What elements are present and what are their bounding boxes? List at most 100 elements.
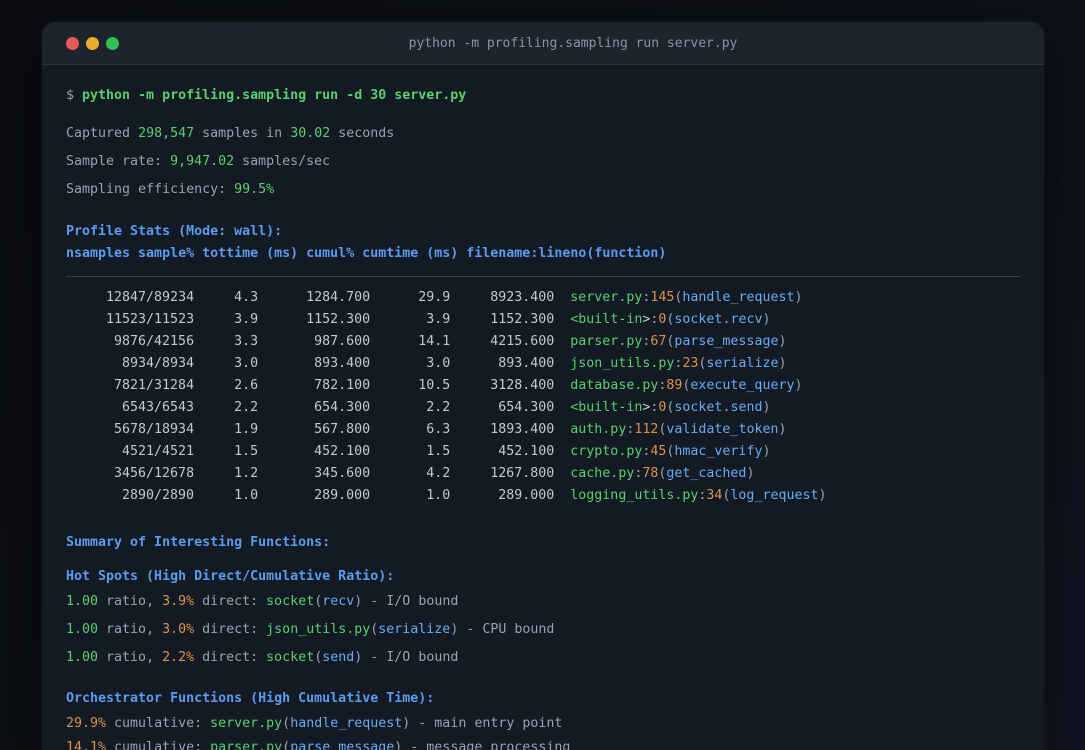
function-name: handle_request bbox=[682, 290, 795, 305]
function-name: serialize bbox=[378, 622, 451, 637]
captured-mid-label: samples in bbox=[194, 126, 291, 141]
close-paren: ) bbox=[762, 400, 771, 415]
efficiency-line: Sampling efficiency: 99.5% bbox=[66, 179, 1020, 201]
location-cell: logging_utils.py:34(log_request) bbox=[554, 488, 826, 503]
captured-seconds-value: 30.02 bbox=[290, 126, 331, 141]
profile-table: 12847/89234 4.3 1284.700 29.9 8923.400 server… bbox=[66, 287, 1020, 507]
sample-pct-cell: 1.0 bbox=[234, 488, 259, 503]
cumtime-cell: 654.300 bbox=[498, 400, 555, 415]
target-name: socket bbox=[266, 650, 315, 665]
bound-note: - CPU bound bbox=[458, 622, 555, 637]
lineno-text: 67 bbox=[650, 334, 667, 349]
sample-pct-cell: 2.6 bbox=[234, 378, 259, 393]
direct-pct-value: 3.0% bbox=[162, 622, 195, 637]
close-paren: ) bbox=[794, 290, 803, 305]
function-name: parse_message bbox=[674, 334, 779, 349]
nsamples-cell: 2890/2890 bbox=[122, 488, 195, 503]
minimize-button[interactable] bbox=[86, 36, 99, 50]
filename-text: json_utils.py bbox=[570, 356, 675, 371]
close-paren: ) bbox=[778, 356, 787, 371]
ratio-label: ratio, bbox=[98, 594, 163, 609]
orchestrator-line: 29.9% cumulative: server.py(handle_reque… bbox=[66, 713, 1020, 735]
table-divider bbox=[66, 276, 1020, 277]
function-name: send bbox=[322, 650, 355, 665]
location-cell: parser.py:67(parse_message) bbox=[554, 334, 786, 349]
desktop-background: python -m profiling.sampling run server.… bbox=[0, 0, 1085, 750]
captured-tail-label: seconds bbox=[330, 126, 395, 141]
function-name: handle_request bbox=[290, 716, 403, 731]
hotspots-list: 1.00 ratio, 3.9% direct: socket(recv) - … bbox=[66, 591, 1020, 669]
captured-line: Captured 298,547 samples in 30.02 second… bbox=[66, 123, 1020, 145]
function-name: hmac_verify bbox=[674, 444, 763, 459]
cumulative-pct-value: 29.9% bbox=[66, 716, 107, 731]
function-name: parse_message bbox=[290, 740, 395, 750]
function-name: validate_token bbox=[666, 422, 779, 437]
traffic-lights bbox=[42, 36, 142, 50]
terminal-window: python -m profiling.sampling run server.… bbox=[42, 22, 1044, 750]
summary-heading: Summary of Interesting Functions: bbox=[66, 535, 331, 550]
close-paren: ) bbox=[818, 488, 827, 503]
rate-unit-label: samples/sec bbox=[234, 154, 331, 169]
tottime-cell: 1152.300 bbox=[306, 312, 371, 327]
cumtime-cell: 893.400 bbox=[498, 356, 555, 371]
rate-value: 9,947.02 bbox=[170, 154, 235, 169]
cumtime-cell: 452.100 bbox=[498, 444, 555, 459]
close-paren: ) bbox=[794, 378, 803, 393]
function-name: socket.send bbox=[674, 400, 763, 415]
titlebar: python -m profiling.sampling run server.… bbox=[42, 22, 1044, 65]
nsamples-cell: 4521/4521 bbox=[122, 444, 195, 459]
function-name: log_request bbox=[730, 488, 819, 503]
table-row: 3456/12678 1.2 345.600 4.2 1267.800 cache.py:… bbox=[66, 463, 1020, 485]
cumul-pct-cell: 10.5 bbox=[418, 378, 451, 393]
ratio-value: 1.00 bbox=[66, 622, 99, 637]
close-button[interactable] bbox=[66, 36, 79, 50]
window-title: python -m profiling.sampling run server.… bbox=[408, 35, 738, 51]
nsamples-cell: 6543/6543 bbox=[122, 400, 195, 415]
direct-pct-value: 2.2% bbox=[162, 650, 195, 665]
filename-text: <built-in bbox=[570, 312, 643, 327]
function-name: execute_query bbox=[690, 378, 795, 393]
role-note: - main entry point bbox=[410, 716, 563, 731]
efficiency-label: Sampling efficiency: bbox=[66, 182, 235, 197]
location-cell: auth.py:112(validate_token) bbox=[554, 422, 786, 437]
filename-text: logging_utils.py bbox=[570, 488, 699, 503]
lineno-text: 145 bbox=[650, 290, 675, 305]
filename-text: crypto.py bbox=[570, 444, 643, 459]
ratio-label: ratio, bbox=[98, 650, 163, 665]
table-row: 5678/18934 1.9 567.800 6.3 1893.400 auth.py:1… bbox=[66, 419, 1020, 441]
lineno-text: 34 bbox=[706, 488, 723, 503]
cumtime-cell: 289.000 bbox=[498, 488, 555, 503]
orchestrator-list: 29.9% cumulative: server.py(handle_reque… bbox=[66, 713, 1020, 750]
cumul-pct-cell: 29.9 bbox=[418, 290, 451, 305]
nsamples-cell: 7821/31284 bbox=[114, 378, 195, 393]
lineno-text: 45 bbox=[650, 444, 667, 459]
location-cell: crypto.py:45(hmac_verify) bbox=[554, 444, 770, 459]
captured-label: Captured bbox=[66, 126, 139, 141]
table-row: 11523/11523 3.9 1152.300 3.9 1152.300 <built-… bbox=[66, 309, 1020, 331]
table-row: 8934/8934 3.0 893.400 3.0 893.400 json_utils.… bbox=[66, 353, 1020, 375]
hotspots-heading: Hot Spots (High Direct/Cumulative Ratio)… bbox=[66, 569, 395, 584]
close-paren: ) bbox=[778, 334, 787, 349]
maximize-button[interactable] bbox=[106, 36, 119, 50]
cumtime-cell: 8923.400 bbox=[490, 290, 555, 305]
command-line: $ python -m profiling.sampling run -d 30… bbox=[66, 85, 1020, 107]
sample-pct-cell: 1.5 bbox=[234, 444, 259, 459]
tottime-cell: 782.100 bbox=[314, 378, 371, 393]
lineno-text: 78 bbox=[642, 466, 659, 481]
lineno-text: 23 bbox=[682, 356, 699, 371]
sample-rate-line: Sample rate: 9,947.02 samples/sec bbox=[66, 151, 1020, 173]
rate-label: Sample rate: bbox=[66, 154, 171, 169]
profile-stats-heading: Profile Stats (Mode: wall): bbox=[66, 224, 283, 239]
terminal-output[interactable]: $ python -m profiling.sampling run -d 30… bbox=[42, 85, 1044, 750]
open-paren: ( bbox=[282, 716, 291, 731]
direct-label: direct: bbox=[194, 622, 267, 637]
function-name: serialize bbox=[706, 356, 779, 371]
filename-text: <built-in bbox=[570, 400, 643, 415]
cumulative-label: cumulative: bbox=[106, 716, 211, 731]
cumulative-label: cumulative: bbox=[106, 740, 211, 750]
function-name: get_cached bbox=[666, 466, 747, 481]
location-cell: cache.py:78(get_cached) bbox=[554, 466, 754, 481]
table-row: 7821/31284 2.6 782.100 10.5 3128.400 database… bbox=[66, 375, 1020, 397]
table-row: 12847/89234 4.3 1284.700 29.9 8923.400 server… bbox=[66, 287, 1020, 309]
close-paren: ) bbox=[762, 312, 771, 327]
